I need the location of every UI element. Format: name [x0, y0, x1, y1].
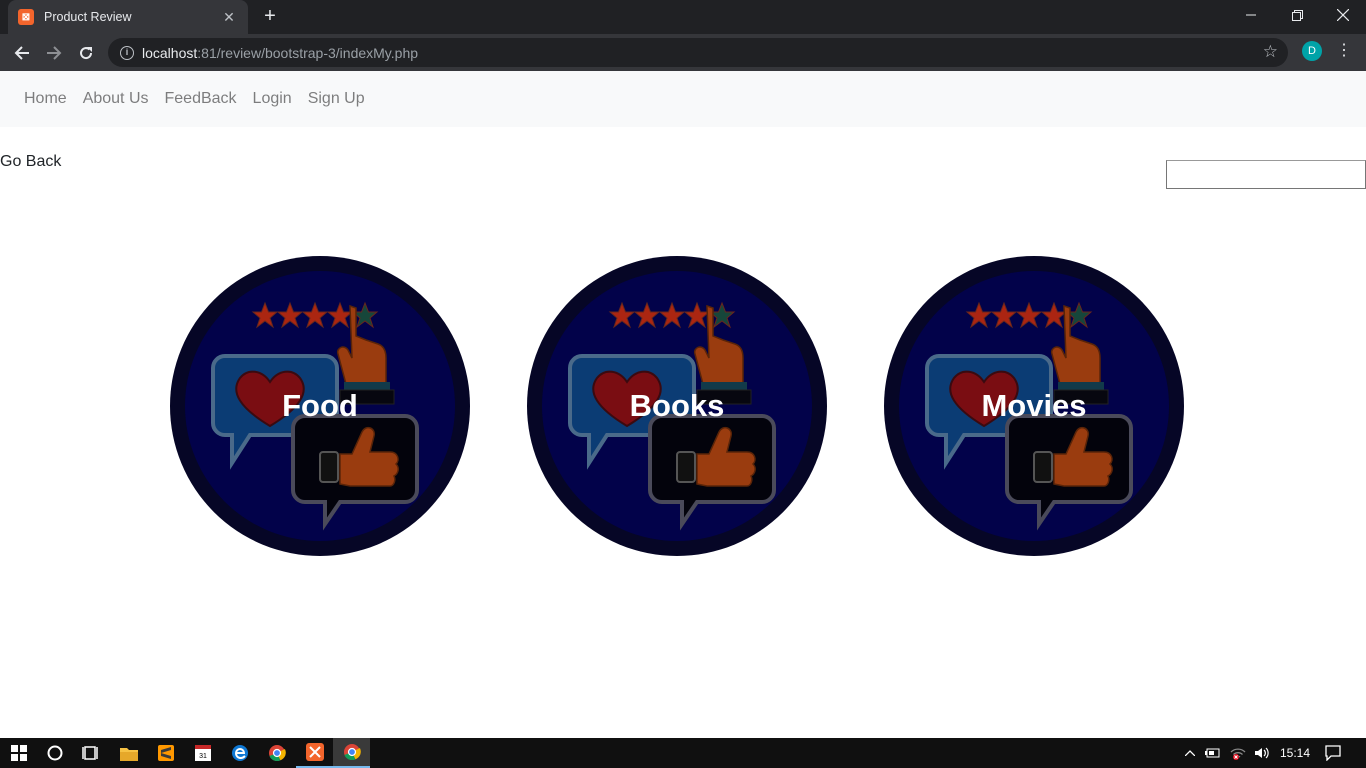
url-path: :81/review/bootstrap-3/indexMy.php — [197, 44, 419, 61]
nav-about-link[interactable]: About Us — [75, 90, 157, 108]
bookmark-star-icon[interactable]: ☆ — [1263, 42, 1278, 62]
category-books[interactable]: Books — [527, 256, 827, 556]
browser-menu-icon[interactable]: ⋮ — [1336, 40, 1352, 62]
forward-arrow-icon[interactable] — [40, 39, 68, 67]
nav-home-link[interactable]: Home — [16, 90, 75, 108]
page-content: Home About Us FeedBack Login Sign Up Go … — [0, 71, 1366, 738]
tab-close-icon[interactable]: ✕ — [220, 9, 238, 26]
volume-icon[interactable] — [1252, 738, 1272, 768]
address-bar[interactable]: i localhost:81/review/bootstrap-3/indexM… — [108, 38, 1288, 67]
site-navbar: Home About Us FeedBack Login Sign Up — [0, 71, 1366, 127]
chrome-icon[interactable] — [258, 738, 295, 768]
category-label: Movies — [981, 388, 1087, 423]
search-input[interactable] — [1166, 160, 1366, 189]
url-host: localhost — [142, 44, 198, 61]
category-label: Books — [629, 388, 725, 423]
go-back-link[interactable]: Go Back — [0, 153, 61, 171]
nav-signup-link[interactable]: Sign Up — [300, 90, 373, 108]
nav-feedback-link[interactable]: FeedBack — [157, 90, 245, 108]
cortana-search-icon[interactable] — [36, 738, 73, 768]
nav-login-link[interactable]: Login — [245, 90, 300, 108]
network-disconnected-icon[interactable] — [1228, 738, 1248, 768]
new-tab-button[interactable]: + — [258, 5, 282, 29]
xampp-favicon-icon: ⊠ — [18, 9, 34, 25]
restore-button[interactable] — [1274, 0, 1320, 30]
file-explorer-icon[interactable] — [110, 738, 147, 768]
battery-icon[interactable] — [1204, 738, 1222, 768]
site-info-icon[interactable]: i — [120, 45, 134, 60]
category-label: Food — [282, 388, 358, 423]
windows-start-icon[interactable] — [0, 738, 37, 768]
calendar-app-icon[interactable]: 31 — [184, 738, 221, 768]
xampp-icon[interactable] — [296, 738, 333, 768]
tab-title: Product Review — [44, 10, 132, 24]
taskbar-clock[interactable]: 15:14 — [1280, 738, 1310, 768]
category-movies[interactable]: Movies — [884, 256, 1184, 556]
svg-text:31: 31 — [199, 753, 207, 760]
chrome-active-window-icon[interactable] — [333, 738, 370, 768]
browser-title-bar: ⊠ Product Review ✕ + — [0, 0, 1366, 34]
browser-toolbar: i localhost:81/review/bootstrap-3/indexM… — [0, 34, 1366, 71]
show-hidden-icons-chevron-icon[interactable] — [1182, 738, 1198, 768]
profile-avatar[interactable]: D — [1302, 41, 1322, 61]
reload-icon[interactable] — [72, 39, 100, 67]
edge-browser-icon[interactable] — [221, 738, 258, 768]
minimize-button[interactable] — [1228, 0, 1274, 30]
task-view-icon[interactable] — [72, 738, 109, 768]
browser-tab[interactable]: ⊠ Product Review ✕ — [8, 0, 248, 34]
back-arrow-icon[interactable] — [8, 39, 36, 67]
sublime-text-icon[interactable] — [147, 738, 184, 768]
windows-taskbar: 31 15:14 — [0, 738, 1366, 768]
close-window-button[interactable] — [1320, 0, 1366, 30]
category-food[interactable]: Food — [170, 256, 470, 556]
action-center-icon[interactable] — [1324, 738, 1342, 768]
